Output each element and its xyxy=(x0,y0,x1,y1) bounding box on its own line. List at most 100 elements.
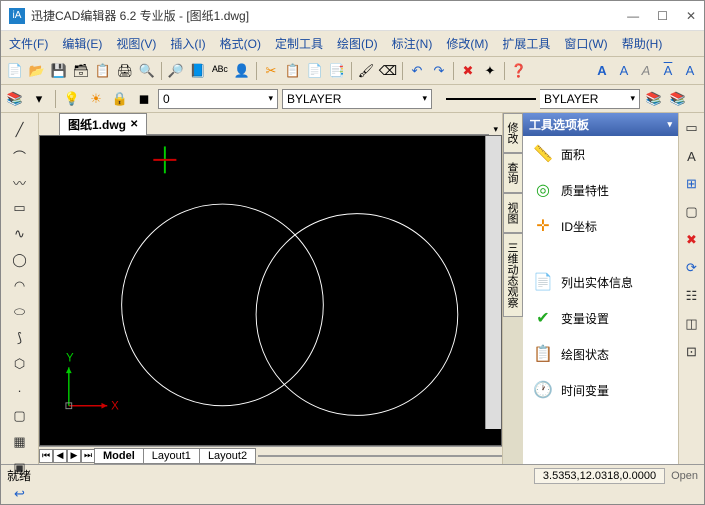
text-icon[interactable]: A xyxy=(683,147,701,165)
layers-icon[interactable]: 📚 xyxy=(5,89,25,109)
menu-draw[interactable]: 绘图(D) xyxy=(337,35,378,52)
arc2-icon[interactable]: ◠ xyxy=(11,277,29,295)
palette-item-status[interactable]: 📋绘图状态 xyxy=(523,336,678,372)
sidetab-modify[interactable]: 修改 xyxy=(503,113,523,153)
close-tab-icon[interactable]: ✕ xyxy=(130,119,138,130)
horizontal-scrollbar[interactable] xyxy=(258,455,502,457)
spellcheck-icon[interactable]: ᴬᴮᶜ xyxy=(210,61,230,81)
layermgr1-icon[interactable]: 📚 xyxy=(644,89,664,109)
point-icon[interactable]: · xyxy=(11,381,29,399)
layermgr2-icon[interactable]: 📚 xyxy=(668,89,688,109)
palette-item-setvar[interactable]: ✔变量设置 xyxy=(523,300,678,336)
tab-chevron-icon[interactable]: ▾ xyxy=(489,124,502,135)
help-icon[interactable]: ❓ xyxy=(509,61,529,81)
group-icon[interactable]: ⊞ xyxy=(683,175,701,193)
menu-file[interactable]: 文件(F) xyxy=(9,35,48,52)
menu-window[interactable]: 窗口(W) xyxy=(564,35,607,52)
layer-drop-icon[interactable]: ▾ xyxy=(29,89,49,109)
menu-edit[interactable]: 编辑(E) xyxy=(62,35,102,52)
sheet-layout1[interactable]: Layout1 xyxy=(143,448,200,464)
vertical-scrollbar[interactable] xyxy=(485,136,501,429)
circle-icon[interactable]: ◯ xyxy=(11,251,29,269)
find-icon[interactable]: 🔎 xyxy=(166,61,186,81)
pasteclip-icon[interactable]: 📑 xyxy=(327,61,347,81)
open-icon[interactable]: 📂 xyxy=(27,61,47,81)
minimize-button[interactable]: — xyxy=(627,9,639,23)
menu-modify[interactable]: 修改(M) xyxy=(446,35,488,52)
rect-icon[interactable]: ▭ xyxy=(11,199,29,217)
sun-icon[interactable]: ☀ xyxy=(86,89,106,109)
save-icon[interactable]: 💾 xyxy=(49,61,69,81)
spark-icon[interactable]: ✦ xyxy=(480,61,500,81)
palette-item-idpoint[interactable]: ✛ID坐标 xyxy=(523,208,678,244)
saveall-icon[interactable]: 🗃 xyxy=(71,61,91,81)
textstyle-a2[interactable]: A xyxy=(614,61,634,81)
menu-annotate[interactable]: 标注(N) xyxy=(392,35,433,52)
color-icon[interactable]: ◼ xyxy=(134,89,154,109)
refresh-icon[interactable]: ⟳ xyxy=(683,259,701,277)
layers2-icon[interactable]: ☷ xyxy=(683,287,701,305)
prev-sheet-icon[interactable]: ◀ xyxy=(53,449,67,463)
drawing-canvas[interactable]: X Y xyxy=(39,135,502,446)
paste-icon[interactable]: 📄 xyxy=(305,61,325,81)
lineweight-combo[interactable]: BYLAYER ▾ xyxy=(540,89,640,109)
palette-item-area[interactable]: 📏面积 xyxy=(523,136,678,172)
brush-icon[interactable]: 🖌 xyxy=(356,61,376,81)
menu-help[interactable]: 帮助(H) xyxy=(622,35,663,52)
new-icon[interactable]: 📄 xyxy=(5,61,25,81)
hatch-icon[interactable]: ▦ xyxy=(11,433,29,451)
polygon-icon[interactable]: ⬡ xyxy=(11,355,29,373)
pdf-icon[interactable]: 📋 xyxy=(93,61,113,81)
linetype-combo[interactable]: BYLAYER ▾ xyxy=(282,89,432,109)
preview-icon[interactable]: 🔍 xyxy=(137,61,157,81)
sidetab-query[interactable]: 查询 xyxy=(503,153,523,193)
textstyle-a1[interactable]: A xyxy=(592,61,612,81)
maximize-button[interactable]: ☐ xyxy=(657,9,668,23)
dashed-rect-icon[interactable]: ▭ xyxy=(683,119,701,137)
menu-extend[interactable]: 扩展工具 xyxy=(502,35,550,52)
undo-icon[interactable]: ↶ xyxy=(407,61,427,81)
menu-format[interactable]: 格式(O) xyxy=(220,35,261,52)
menu-custom[interactable]: 定制工具 xyxy=(275,35,323,52)
ellipse-icon[interactable]: ⬭ xyxy=(11,303,29,321)
back-icon[interactable]: ↩ xyxy=(11,485,29,503)
textstyle-a5[interactable]: A xyxy=(680,61,700,81)
cut-icon[interactable]: ✂ xyxy=(261,61,281,81)
textstyle-a4[interactable]: A xyxy=(658,61,678,81)
sidetab-3dorbit[interactable]: 三维动态观察 xyxy=(503,233,523,317)
menu-view[interactable]: 视图(V) xyxy=(116,35,156,52)
bulb-icon[interactable]: 💡 xyxy=(62,89,82,109)
arc-icon[interactable]: ⌒ xyxy=(11,147,29,165)
menu-insert[interactable]: 插入(I) xyxy=(170,35,205,52)
sheet-model[interactable]: Model xyxy=(94,448,144,464)
copy-icon[interactable]: 📋 xyxy=(283,61,303,81)
box-icon[interactable]: ▢ xyxy=(11,407,29,425)
snap-icon[interactable]: ◫ xyxy=(683,315,701,333)
file-tab[interactable]: 图纸1.dwg ✕ xyxy=(59,113,147,135)
layer-combo[interactable]: 0 ▾ xyxy=(158,89,278,109)
lock-icon[interactable]: 🔒 xyxy=(110,89,130,109)
next-sheet-icon[interactable]: ▶ xyxy=(67,449,81,463)
palette-item-time[interactable]: 🕐时间变量 xyxy=(523,372,678,408)
textstyle-a3[interactable]: A xyxy=(636,61,656,81)
empty-rect-icon[interactable]: ▢ xyxy=(683,203,701,221)
palette-item-list[interactable]: 📄列出实体信息 xyxy=(523,264,678,300)
spline-icon[interactable]: ∿ xyxy=(11,225,29,243)
eraser-icon[interactable]: ⌫ xyxy=(378,61,398,81)
palette-item-massprops[interactable]: ◎质量特性 xyxy=(523,172,678,208)
first-sheet-icon[interactable]: ⏮ xyxy=(39,449,53,463)
user-icon[interactable]: 👤 xyxy=(232,61,252,81)
delete2-icon[interactable]: ✖ xyxy=(683,231,701,249)
delete-icon[interactable]: ✖ xyxy=(458,61,478,81)
last-sheet-icon[interactable]: ⏭ xyxy=(81,449,95,463)
info-icon[interactable]: 📘 xyxy=(188,61,208,81)
curve-icon[interactable]: ⟆ xyxy=(11,329,29,347)
close-button[interactable]: ✕ xyxy=(686,9,696,23)
line-icon[interactable]: ╱ xyxy=(11,121,29,139)
grid-icon[interactable]: ⊡ xyxy=(683,343,701,361)
polyline-icon[interactable]: 〰 xyxy=(11,173,29,191)
sidetab-view[interactable]: 视图 xyxy=(503,193,523,233)
sheet-layout2[interactable]: Layout2 xyxy=(199,448,256,464)
print-icon[interactable]: 🖨 xyxy=(115,61,135,81)
palette-title[interactable]: 工具选项板 ▾ xyxy=(523,113,678,136)
